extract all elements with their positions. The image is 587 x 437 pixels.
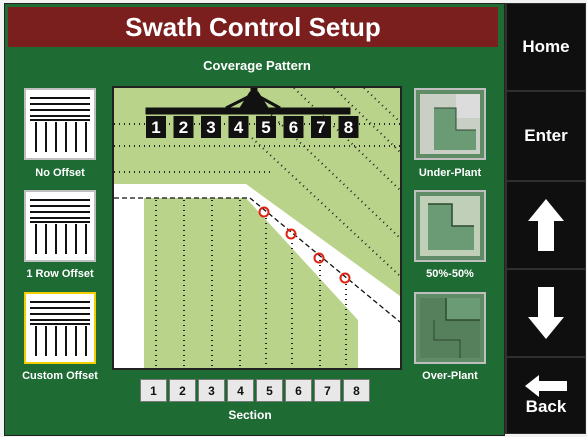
implement-section-number: 8 — [344, 118, 353, 137]
section-button-3[interactable]: 3 — [198, 379, 225, 402]
implement-section-number: 6 — [289, 118, 298, 137]
up-button[interactable] — [506, 181, 586, 269]
under-plant-label: Under-Plant — [418, 167, 482, 179]
arrow-down-icon — [528, 287, 564, 339]
one-row-offset-label: 1 Row Offset — [26, 268, 94, 280]
implement-section-number: 1 — [151, 118, 160, 137]
custom-offset-icon — [26, 294, 94, 362]
over-plant-label: Over-Plant — [422, 370, 478, 382]
fifty-fifty-button[interactable] — [414, 190, 486, 262]
section-label: Section — [228, 408, 272, 422]
section-button-2[interactable]: 2 — [169, 379, 196, 402]
section-button-row: 1 2 3 4 5 6 7 8 — [140, 379, 370, 403]
section-button-7[interactable]: 7 — [314, 379, 341, 402]
back-label: Back — [525, 396, 567, 416]
implement-section-number: 3 — [206, 118, 215, 137]
fifty-fifty-icon — [416, 192, 484, 260]
no-offset-button[interactable] — [24, 88, 96, 160]
over-plant-button[interactable] — [414, 292, 486, 364]
under-plant-button[interactable] — [414, 88, 486, 160]
over-plant-icon — [416, 294, 484, 362]
section-button-6[interactable]: 6 — [285, 379, 312, 402]
arrow-left-icon — [525, 374, 567, 397]
implement-section-number: 4 — [234, 118, 244, 137]
down-button[interactable] — [506, 269, 586, 357]
section-button-4[interactable]: 4 — [227, 379, 254, 402]
implement-section-number: 5 — [261, 118, 270, 137]
section-button-8[interactable]: 8 — [343, 379, 370, 402]
section-button-1[interactable]: 1 — [140, 379, 167, 402]
navigation-panel: Home Enter Back — [505, 3, 586, 434]
no-offset-label: No Offset — [35, 167, 85, 179]
back-button[interactable]: Back — [506, 357, 586, 434]
section-button-5[interactable]: 5 — [256, 379, 283, 402]
coverage-pattern-diagram: 12345678 — [112, 86, 402, 370]
under-plant-icon — [416, 90, 484, 158]
arrow-up-icon — [528, 199, 564, 251]
page-title: Swath Control Setup — [8, 7, 498, 47]
custom-offset-label: Custom Offset — [22, 370, 98, 382]
coverage-pattern-heading: Coverage Pattern — [203, 58, 311, 73]
implement-section-number: 7 — [316, 118, 325, 137]
no-offset-icon — [26, 90, 94, 158]
one-row-offset-button[interactable] — [24, 190, 96, 262]
home-button[interactable]: Home — [506, 3, 586, 91]
fifty-fifty-label: 50%-50% — [426, 268, 474, 280]
custom-offset-button[interactable] — [24, 292, 96, 364]
one-row-offset-icon — [26, 192, 94, 260]
field-map: 12345678 — [114, 87, 401, 368]
implement-section-number: 2 — [179, 118, 188, 137]
enter-button[interactable]: Enter — [506, 91, 586, 181]
